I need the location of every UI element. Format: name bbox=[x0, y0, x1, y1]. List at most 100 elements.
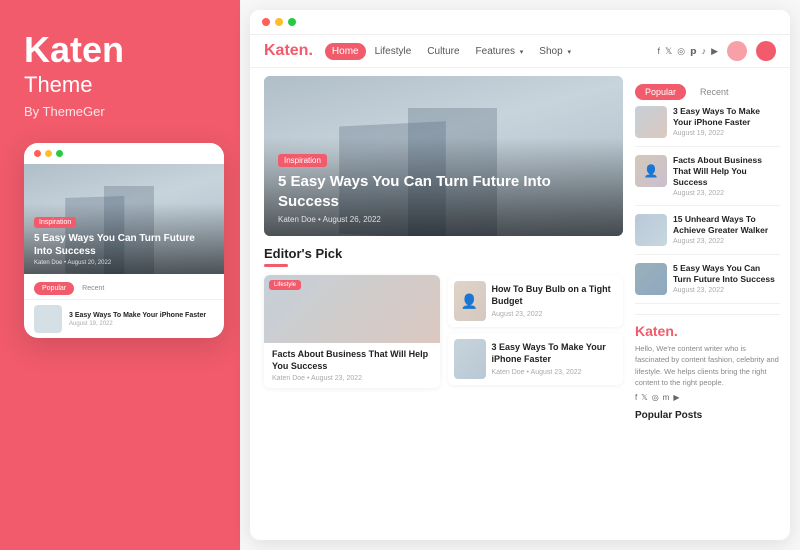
side-post-item-1[interactable]: 3 Easy Ways To Make Your iPhone Faster A… bbox=[635, 106, 780, 147]
nav-social: f 𝕏 ◎ 𝗽 ♪ ▶ bbox=[657, 41, 776, 61]
mobile-dot-yellow bbox=[45, 150, 52, 157]
about-text: Hello, We're content writer who is fasci… bbox=[635, 343, 780, 388]
editor-card-title-1: Facts About Business That Will Help You … bbox=[272, 349, 432, 372]
sidebar-panel: Popular Recent 3 Easy Ways To Make Your … bbox=[635, 68, 790, 538]
editor-card-meta-1: Katen Doe • August 23, 2022 bbox=[272, 375, 432, 382]
editor-right-cards: 👤 How To Buy Bulb on a Tight Budget Augu… bbox=[448, 275, 624, 388]
side-post-thumb-1 bbox=[635, 106, 667, 138]
pinterest-icon[interactable]: 𝗽 bbox=[690, 46, 696, 57]
about-social-links: f 𝕏 ◎ m ▶ bbox=[635, 393, 780, 402]
side-post-date-1: August 19, 2022 bbox=[673, 130, 780, 137]
instagram-icon[interactable]: ◎ bbox=[677, 46, 685, 57]
side-post-thumb-3 bbox=[635, 214, 667, 246]
editor-card-info-2: How To Buy Bulb on a Tight Budget August… bbox=[492, 284, 618, 317]
left-panel: Katen Theme By ThemeGer Inspiration 5 Ea… bbox=[0, 0, 240, 550]
hero-post-overlay: Inspiration 5 Easy Ways You Can Turn Fut… bbox=[264, 138, 623, 236]
editor-card-1[interactable]: Lifestyle Facts About Business That Will… bbox=[264, 275, 440, 388]
editor-card-title-3: 3 Easy Ways To Make Your iPhone Faster bbox=[492, 342, 618, 365]
side-post-title-3: 15 Unheard Ways To Achieve Greater Walke… bbox=[673, 214, 780, 236]
editor-card-3[interactable]: 3 Easy Ways To Make Your iPhone Faster K… bbox=[448, 333, 624, 385]
browser-content: Inspiration 5 Easy Ways You Can Turn Fut… bbox=[250, 68, 790, 538]
mobile-hero-image: Inspiration 5 Easy Ways You Can Turn Fut… bbox=[24, 164, 224, 274]
nav-link-shop[interactable]: Shop ▾ bbox=[532, 43, 578, 60]
nav-avatar-1[interactable] bbox=[727, 41, 747, 61]
editor-card-title-2: How To Buy Bulb on a Tight Budget bbox=[492, 284, 618, 307]
twitter-icon[interactable]: 𝕏 bbox=[665, 46, 672, 57]
about-medium-icon[interactable]: m bbox=[663, 393, 670, 402]
mobile-hero-tag: Inspiration bbox=[34, 217, 76, 228]
mobile-tab-recent[interactable]: Recent bbox=[82, 285, 104, 292]
left-brand-title: Katen bbox=[24, 32, 216, 68]
nav-link-culture[interactable]: Culture bbox=[420, 43, 466, 60]
side-post-thumb-2: 👤 bbox=[635, 155, 667, 187]
side-post-info-3: 15 Unheard Ways To Achieve Greater Walke… bbox=[673, 214, 780, 245]
side-post-info-2: Facts About Business That Will Help You … bbox=[673, 155, 780, 197]
side-post-item-2[interactable]: 👤 Facts About Business That Will Help Yo… bbox=[635, 155, 780, 206]
browser-top-bar bbox=[250, 10, 790, 35]
about-brand: Katen. bbox=[635, 323, 780, 339]
section-underline bbox=[264, 264, 288, 267]
editor-card-img-2: 👤 bbox=[454, 281, 486, 321]
side-post-date-2: August 23, 2022 bbox=[673, 190, 780, 197]
editor-card-2[interactable]: 👤 How To Buy Bulb on a Tight Budget Augu… bbox=[448, 275, 624, 327]
about-facebook-icon[interactable]: f bbox=[635, 393, 637, 402]
nav-link-lifestyle[interactable]: Lifestyle bbox=[368, 43, 419, 60]
side-post-title-4: 5 Easy Ways You Can Turn Future Into Suc… bbox=[673, 263, 780, 285]
side-post-item-3[interactable]: 15 Unheard Ways To Achieve Greater Walke… bbox=[635, 214, 780, 255]
nav-link-home[interactable]: Home bbox=[325, 43, 366, 60]
editor-card-info-3: 3 Easy Ways To Make Your iPhone Faster K… bbox=[492, 342, 618, 375]
hero-post[interactable]: Inspiration 5 Easy Ways You Can Turn Fut… bbox=[264, 76, 623, 236]
recent-tab[interactable]: Recent bbox=[690, 84, 739, 100]
youtube-icon[interactable]: ▶ bbox=[711, 46, 718, 57]
mobile-hero-title: 5 Easy Ways You Can Turn Future Into Suc… bbox=[34, 232, 214, 258]
hero-meta: Katen Doe • August 26, 2022 bbox=[278, 215, 609, 224]
browser-dot-red bbox=[262, 18, 270, 26]
about-youtube-icon[interactable]: ▶ bbox=[673, 393, 679, 402]
editor-card-tag-1: Lifestyle bbox=[269, 280, 301, 290]
nav-brand: Katen. bbox=[264, 42, 313, 60]
left-brand-subtitle: Theme bbox=[24, 72, 216, 98]
about-twitter-icon[interactable]: 𝕏 bbox=[641, 393, 647, 402]
popular-tab[interactable]: Popular bbox=[635, 84, 686, 100]
mobile-post-thumb bbox=[34, 305, 62, 333]
left-brand-by: By ThemeGer bbox=[24, 104, 216, 119]
popular-posts-section: Popular Posts bbox=[635, 410, 780, 421]
mobile-tabs: Popular Recent bbox=[24, 274, 224, 299]
mobile-top-bar bbox=[24, 143, 224, 164]
browser-dot-green bbox=[288, 18, 296, 26]
popular-posts-section-title: Popular Posts bbox=[635, 410, 780, 421]
editor-card-img-1: Lifestyle bbox=[264, 275, 440, 343]
browser-nav: Katen. Home Lifestyle Culture Features ▾… bbox=[250, 35, 790, 68]
editor-card-body-1: Facts About Business That Will Help You … bbox=[264, 343, 440, 388]
about-instagram-icon[interactable]: ◎ bbox=[652, 393, 659, 402]
mobile-post-title: 3 Easy Ways To Make Your iPhone Faster bbox=[69, 311, 206, 320]
mobile-dot-red bbox=[34, 150, 41, 157]
side-post-date-4: August 23, 2022 bbox=[673, 287, 780, 294]
nav-links: Home Lifestyle Culture Features ▾ Shop ▾ bbox=[325, 43, 658, 60]
editor-card-img-3 bbox=[454, 339, 486, 379]
side-post-thumb-4 bbox=[635, 263, 667, 295]
nav-link-features[interactable]: Features ▾ bbox=[469, 43, 531, 60]
mobile-mockup: Inspiration 5 Easy Ways You Can Turn Fut… bbox=[24, 143, 224, 338]
nav-avatar-2[interactable] bbox=[756, 41, 776, 61]
mobile-tab-popular[interactable]: Popular bbox=[34, 282, 74, 295]
mobile-post-text: 3 Easy Ways To Make Your iPhone Faster A… bbox=[69, 311, 206, 326]
browser-dot-yellow bbox=[275, 18, 283, 26]
right-panel: Katen. Home Lifestyle Culture Features ▾… bbox=[240, 0, 800, 550]
side-post-title-1: 3 Easy Ways To Make Your iPhone Faster bbox=[673, 106, 780, 128]
side-post-info-1: 3 Easy Ways To Make Your iPhone Faster A… bbox=[673, 106, 780, 137]
about-katen: Katen. Hello, We're content writer who i… bbox=[635, 314, 780, 402]
browser-mockup: Katen. Home Lifestyle Culture Features ▾… bbox=[250, 10, 790, 540]
mobile-post-item: 3 Easy Ways To Make Your iPhone Faster A… bbox=[24, 299, 224, 338]
mobile-dot-green bbox=[56, 150, 63, 157]
hero-tag: Inspiration bbox=[278, 154, 327, 167]
popular-tabs: Popular Recent bbox=[635, 84, 780, 100]
editor-card-meta-2: August 23, 2022 bbox=[492, 311, 618, 318]
facebook-icon[interactable]: f bbox=[657, 46, 660, 56]
side-post-info-4: 5 Easy Ways You Can Turn Future Into Suc… bbox=[673, 263, 780, 294]
center-area: Inspiration 5 Easy Ways You Can Turn Fut… bbox=[250, 68, 635, 538]
editors-grid: Lifestyle Facts About Business That Will… bbox=[264, 275, 623, 388]
side-post-item-4[interactable]: 5 Easy Ways You Can Turn Future Into Suc… bbox=[635, 263, 780, 304]
tiktok-icon[interactable]: ♪ bbox=[702, 46, 707, 56]
mobile-post-date: August 19, 2022 bbox=[69, 321, 206, 327]
